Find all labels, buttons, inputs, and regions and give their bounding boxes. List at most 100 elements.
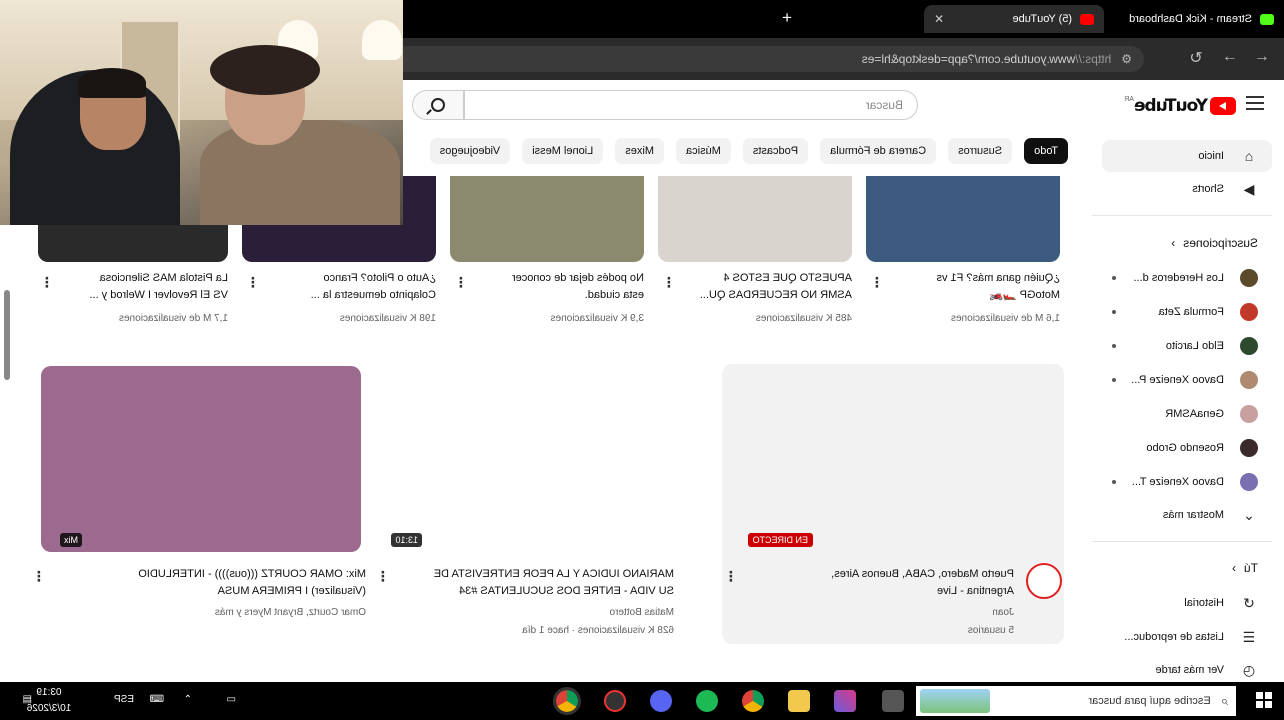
discord-icon[interactable] (650, 690, 672, 712)
more-options-icon[interactable]: ⋮ (376, 568, 390, 585)
chip-todo[interactable]: Todo (1024, 138, 1068, 164)
sidebar-item-subscription[interactable]: Davoo Xeneize T... (1102, 466, 1272, 498)
chrome-icon[interactable] (742, 690, 764, 712)
sidebar-item-subscription[interactable]: Los Herederos d... (1102, 262, 1272, 294)
sidebar-item-subscription[interactable]: GenaASMR (1102, 398, 1272, 430)
youtube-logo[interactable]: YouTube AR (1124, 96, 1236, 116)
more-options-icon[interactable]: ⋮ (724, 568, 738, 585)
filter-chips: Todo Susurros Carrera de Fórmula Podcast… (418, 138, 1068, 166)
video-thumbnail[interactable] (41, 366, 361, 552)
more-options-icon[interactable]: ⋮ (32, 568, 46, 585)
video-title[interactable]: Puerto Madero, CABA, Buenos Aires, Argent… (754, 566, 1014, 600)
live-video-card[interactable] (722, 364, 1064, 644)
sidebar-item-history[interactable]: ↺ Historial (1102, 587, 1272, 619)
sidebar-item-home[interactable]: ⌂ Inicio (1102, 140, 1272, 172)
more-options-icon[interactable]: ⋮ (40, 274, 54, 291)
channel-name[interactable]: Matias Bottero (610, 604, 674, 621)
channel-name[interactable]: Omar Courtz, Bryant Myers y más (215, 604, 366, 621)
taskbar: ⌕ Escribe aquí para buscar ▭ ⌨ ⌃ ESP 03:… (0, 682, 1284, 720)
video-meta: 485 K visualizaciones (755, 313, 852, 324)
video-meta: 198 K visualizaciones (339, 313, 436, 324)
sidebar-item-playlists[interactable]: ☰ Listas de reproduc... (1102, 621, 1272, 653)
subscriptions-title: Suscripciones (1183, 236, 1258, 250)
windows-start-icon[interactable] (1256, 692, 1272, 708)
avatar (1240, 439, 1258, 457)
playlist-icon: ☰ (1242, 628, 1256, 645)
notification-icon[interactable]: ▤ (23, 694, 32, 705)
back-icon[interactable]: ← (1252, 48, 1272, 66)
video-thumbnail[interactable] (866, 176, 1060, 262)
video-title[interactable]: MARIANO IUDICA Y LA PEOR ENTREVISTA DE SU… (374, 566, 674, 600)
language-indicator[interactable]: ESP (114, 694, 134, 705)
more-options-icon[interactable]: ⋮ (870, 274, 884, 291)
live-indicator (1112, 276, 1116, 280)
kick-icon (1260, 13, 1274, 25)
chrome-active-icon[interactable] (553, 687, 581, 715)
search-button[interactable] (412, 90, 464, 120)
close-icon[interactable]: ✕ (934, 12, 944, 26)
video-thumbnail[interactable] (658, 176, 852, 262)
more-options-icon[interactable]: ⋮ (246, 274, 260, 291)
search-icon: ⌕ (1220, 693, 1228, 708)
forward-icon[interactable]: → (1220, 48, 1240, 66)
chip[interactable]: Mixes (615, 138, 665, 164)
chevron-down-icon: ⌄ (1243, 506, 1255, 523)
search-input[interactable]: Buscar (464, 90, 918, 120)
video-title[interactable]: Mix: OMAR COURTZ (((ous)))) - INTERLUDIO… (66, 566, 366, 600)
person-left-hair (78, 68, 146, 98)
video-thumbnail[interactable] (450, 176, 644, 262)
sidebar-item-subscription[interactable]: Davoo Xeneize P... (1102, 364, 1272, 396)
chip[interactable]: Podcasts (742, 138, 809, 164)
taskbar-search-placeholder: Escribe aquí para buscar (1088, 695, 1211, 707)
chip[interactable]: Lionel Messi (522, 138, 604, 164)
chip[interactable]: Carrera de Fórmula (820, 138, 937, 164)
person-right-hair (210, 45, 320, 95)
screen: Stream - Kick Dashboard (5) YouTube ✕ + … (0, 0, 1284, 720)
video-title[interactable]: ¿Quién gana más? F1 vs MotoGP 🏎️🏍️ (870, 270, 1060, 304)
task-view-icon[interactable] (882, 690, 904, 712)
search-highlight-art (920, 689, 990, 713)
notes-icon[interactable]: ▭ (227, 694, 236, 705)
video-meta: 628 K visualizaciones · hace 1 día (522, 625, 674, 636)
spotify-icon[interactable] (696, 690, 718, 712)
sidebar-item-subscription[interactable]: Eldo Larcito (1102, 330, 1272, 362)
tab-youtube[interactable]: (5) YouTube ✕ (924, 5, 1104, 33)
you-heading[interactable]: Tú › (1232, 561, 1258, 575)
reload-icon[interactable]: ↻ (1186, 48, 1206, 68)
you-title: Tú (1243, 561, 1258, 575)
keyboard-icon[interactable]: ⌨ (150, 694, 164, 705)
sidebar-item-subscription[interactable]: Rosendo Grobo (1102, 432, 1272, 464)
video-title[interactable]: No podés dejar de conocer esta ciudad. (454, 270, 644, 304)
chip[interactable]: Susurros (948, 138, 1013, 164)
more-options-icon[interactable]: ⋮ (454, 274, 468, 291)
video-title[interactable]: APUESTO QUE ESTOS 4 ASMR NO RECUERDAS QU.… (662, 270, 852, 304)
copilot-icon[interactable] (834, 690, 856, 712)
video-title[interactable]: La Pistola MAS Silenciosa VS El Revolver … (48, 270, 228, 304)
video-title[interactable]: ¿Auto o Piloto? Franco Colapinto demuestr… (246, 270, 436, 304)
show-more-button[interactable]: ⌄ Mostrar más (1102, 499, 1272, 531)
page-scrollbar[interactable] (4, 290, 10, 380)
file-explorer-icon[interactable] (788, 690, 810, 712)
obs-icon[interactable] (604, 690, 626, 712)
youtube-play-icon (1210, 97, 1236, 115)
more-options-icon[interactable]: ⋮ (662, 274, 676, 291)
url-field[interactable]: ⚙ https:// www.youtube.com/?app=desktop&… (384, 46, 1144, 72)
menu-icon[interactable] (1246, 96, 1264, 110)
chip[interactable]: Música (676, 138, 731, 164)
sidebar-divider (1092, 541, 1272, 542)
channel-name[interactable]: Joan (992, 604, 1014, 621)
sidebar-item-subscription[interactable]: Formula Zeta (1102, 296, 1272, 328)
tab-kick-dashboard[interactable]: Stream - Kick Dashboard (1104, 5, 1284, 33)
tab-label: Stream - Kick Dashboard (1129, 13, 1252, 25)
sidebar-item-label: Inicio (1198, 150, 1224, 162)
new-tab-button[interactable]: + (782, 8, 792, 28)
video-thumbnail[interactable] (386, 364, 674, 552)
sidebar-item-shorts[interactable]: ▶ Shorts (1102, 173, 1272, 205)
chevron-up-icon[interactable]: ⌃ (184, 694, 192, 705)
person-right (200, 120, 400, 225)
subscriptions-heading[interactable]: Suscripciones › (1171, 236, 1258, 250)
chip[interactable]: Videojuegos (429, 138, 511, 164)
channel-avatar[interactable] (1026, 563, 1062, 599)
site-settings-icon[interactable]: ⚙ (1121, 52, 1132, 66)
taskbar-search[interactable]: ⌕ Escribe aquí para buscar (916, 686, 1236, 716)
